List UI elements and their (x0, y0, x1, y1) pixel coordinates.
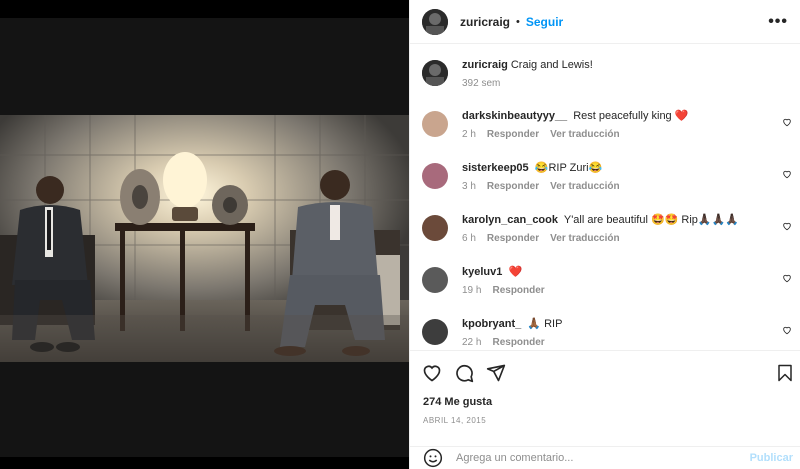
post-header: zuricraig • Seguir ••• (410, 0, 800, 44)
translate-button[interactable]: Ver traducción (550, 129, 619, 140)
caption-meta: 392 sem (462, 78, 792, 89)
caption-row: zuricraig Craig and Lewis! 392 sem (422, 58, 792, 89)
emoji-icon[interactable] (423, 448, 443, 468)
comment-item: karolyn_can_cook Y'all are beautiful 🤩🤩 … (422, 213, 792, 244)
reply-button[interactable]: Responder (487, 233, 539, 244)
separator-dot: • (516, 15, 520, 28)
publish-button[interactable]: Publicar (750, 452, 793, 464)
comment-like-icon[interactable] (782, 325, 792, 335)
comment-time: 22 h (462, 337, 482, 348)
comment-like-icon[interactable] (782, 221, 792, 231)
comment-like-icon[interactable] (782, 169, 792, 179)
comment-item: kpobryant_ 🙏🏾 RIP 22 h Responder (422, 317, 792, 348)
bookmark-icon[interactable] (776, 363, 794, 383)
comment-item: sisterkeep05 😂RIP Zuri😂 3 h Responder Ver … (422, 161, 792, 192)
author-avatar[interactable] (422, 8, 448, 35)
comment-time: 2 h (462, 129, 476, 140)
post-media[interactable] (0, 0, 409, 469)
commenter-username[interactable]: kyeluv1 (462, 266, 502, 278)
letterbox-bottom (0, 362, 409, 457)
more-options-icon[interactable]: ••• (768, 13, 788, 31)
reply-button[interactable]: Responder (492, 337, 544, 348)
comments-list[interactable]: zuricraig Craig and Lewis! 392 sem darksk… (410, 45, 800, 350)
commenter-avatar[interactable] (422, 163, 448, 189)
post-modal: zuricraig • Seguir ••• zuricraig Craig an… (0, 0, 800, 469)
commenter-avatar[interactable] (422, 319, 448, 345)
send-icon[interactable] (486, 363, 506, 383)
comment-text: Y'all are beautiful 🤩🤩 Rip🙏🏿🙏🏿🙏🏿 (563, 214, 739, 226)
commenter-avatar[interactable] (422, 267, 448, 293)
translate-button[interactable]: Ver traducción (550, 181, 619, 192)
likes-count[interactable]: 274 Me gusta (423, 396, 492, 408)
translate-button[interactable]: Ver traducción (550, 233, 619, 244)
follow-button[interactable]: Seguir (526, 15, 563, 29)
post-photo (0, 115, 409, 362)
comment-like-icon[interactable] (782, 117, 792, 127)
comment-item: kyeluv1 ❤️ 19 h Responder (422, 265, 792, 296)
reply-button[interactable]: Responder (492, 285, 544, 296)
caption-username[interactable]: zuricraig (462, 59, 508, 71)
comment-time: 6 h (462, 233, 476, 244)
comment-emoji: ❤️ (508, 266, 523, 278)
post-actions (410, 350, 800, 394)
commenter-username[interactable]: karolyn_can_cook (462, 214, 558, 226)
comment-text: Rest peacefully king (573, 110, 672, 122)
comment-like-icon[interactable] (782, 273, 792, 283)
heart-icon[interactable] (422, 363, 442, 383)
post-sidebar: zuricraig • Seguir ••• zuricraig Craig an… (409, 0, 800, 469)
comment-text: 🙏🏾 RIP (527, 318, 563, 330)
comment-input[interactable] (456, 452, 746, 464)
post-date: ABRIL 14, 2015 (423, 416, 487, 425)
comment-icon[interactable] (454, 363, 474, 383)
commenter-avatar[interactable] (422, 215, 448, 241)
commenter-avatar[interactable] (422, 111, 448, 137)
letterbox-top (0, 18, 409, 115)
comment-emoji: 😂 (534, 162, 549, 174)
add-comment-bar: Publicar (410, 446, 800, 469)
author-avatar[interactable] (422, 60, 448, 86)
caption-age: 392 sem (462, 78, 501, 89)
comment-emoji: 😂 (588, 162, 603, 174)
commenter-username[interactable]: kpobryant_ (462, 318, 521, 330)
comment-item: darkskinbeautyyy__ Rest peacefully king … (422, 109, 792, 140)
comment-emoji: ❤️ (674, 110, 689, 122)
caption-text: zuricraig Craig and Lewis! (462, 59, 593, 71)
commenter-username[interactable]: darkskinbeautyyy__ (462, 110, 567, 122)
comment-time: 19 h (462, 285, 482, 296)
reply-button[interactable]: Responder (487, 181, 539, 192)
reply-button[interactable]: Responder (487, 129, 539, 140)
comment-text: RIP Zuri (548, 162, 589, 174)
commenter-username[interactable]: sisterkeep05 (462, 162, 529, 174)
comment-time: 3 h (462, 181, 476, 192)
author-username[interactable]: zuricraig (460, 15, 510, 29)
